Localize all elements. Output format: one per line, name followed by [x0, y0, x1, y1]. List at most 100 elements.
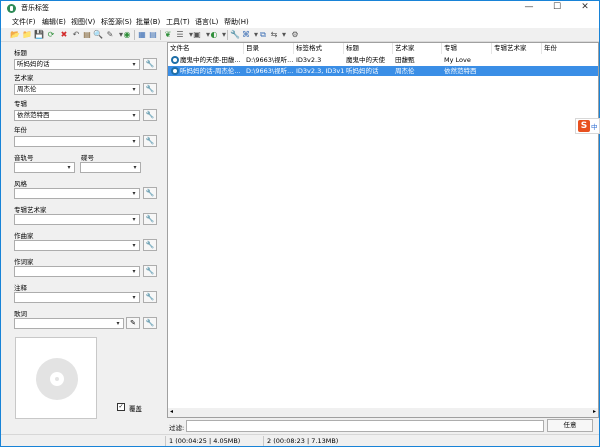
open-file-icon[interactable]: 📁	[22, 30, 32, 40]
menu-batch[interactable]: 批量(B)	[136, 17, 160, 27]
book-icon[interactable]: ▤	[82, 30, 92, 40]
column-directory[interactable]: 目录	[244, 43, 294, 54]
artist-tool-button[interactable]: 🔧	[143, 83, 157, 95]
menu-language[interactable]: 语言(L)	[195, 17, 218, 27]
minimize-button[interactable]: —	[515, 1, 543, 15]
ime-language-indicator[interactable]: 中	[591, 121, 598, 131]
globe-icon[interactable]: ◉	[122, 30, 132, 40]
composer-label: 作曲家	[14, 232, 34, 240]
wrench-icon: 🔧	[145, 60, 155, 68]
grid-icon[interactable]: ▦	[137, 30, 147, 40]
maximize-button[interactable]: ☐	[543, 1, 571, 15]
lyrics-field[interactable]: ▾	[14, 318, 124, 329]
chevron-down-icon[interactable]: ▾	[130, 294, 138, 302]
status-selected: 1 (00:04:25 | 4.05MB)	[165, 436, 263, 446]
source-icon[interactable]: ◐	[209, 30, 219, 40]
menu-file[interactable]: 文件(F)	[12, 17, 36, 27]
delete-icon[interactable]: ✖	[59, 30, 69, 40]
column-album-artist[interactable]: 专辑艺术家	[492, 43, 542, 54]
leaf-icon[interactable]: ❦	[163, 30, 173, 40]
chevron-down-icon[interactable]: ▾	[130, 86, 138, 94]
genre-label: 风格	[14, 180, 27, 188]
wrench-icon[interactable]: 🔧	[230, 30, 240, 40]
column-tag-format[interactable]: 标签格式	[294, 43, 344, 54]
tag-icon[interactable]: ⌘	[241, 30, 251, 40]
comment-tool-button[interactable]: 🔧	[143, 291, 157, 303]
chevron-down-icon[interactable]: ▾	[130, 112, 138, 120]
title-field[interactable]: 听妈妈的话 ▾	[14, 59, 140, 70]
scroll-right-icon[interactable]: ▸	[593, 408, 596, 415]
year-field[interactable]: ▾	[14, 136, 140, 147]
chevron-down-icon[interactable]: ▾	[114, 320, 122, 328]
undo-icon[interactable]: ↶	[71, 30, 81, 40]
close-button[interactable]: ✕	[571, 1, 599, 15]
column-year[interactable]: 年份	[542, 43, 598, 54]
table-row[interactable]: 魔鬼中的天使-田馥... D:\9663\视听... ID3v2.3 魔鬼中的天…	[168, 55, 598, 65]
artist-label: 艺术家	[14, 74, 34, 82]
menu-tag-source[interactable]: 标签源(S)	[101, 17, 132, 27]
genre-tool-button[interactable]: 🔧	[143, 187, 157, 199]
file-list[interactable]: ^ 文件名 目录 标签格式 标题 艺术家 专辑 专辑艺术家 年份 魔鬼中的天使-…	[167, 42, 599, 418]
ime-toolbar[interactable]: S 中	[575, 118, 600, 134]
comment-field[interactable]: ▾	[14, 292, 140, 303]
wrench-icon: 🔧	[145, 267, 155, 275]
table-row-selected[interactable]: 听妈妈的话-周杰伦... D:\9663\视听... ID3v2.3, ID3v…	[168, 66, 598, 76]
image-icon[interactable]: ▣	[192, 30, 202, 40]
cell-album-artist	[492, 66, 542, 76]
lyrics-edit-button[interactable]: ✎	[126, 317, 140, 329]
scroll-left-icon[interactable]: ◂	[170, 408, 173, 415]
list-icon[interactable]: ▤	[148, 30, 158, 40]
horizontal-scrollbar[interactable]: ◂ ▸	[168, 408, 598, 417]
lyricist-field[interactable]: ▾	[14, 266, 140, 277]
open-folder-icon[interactable]: 📂	[10, 30, 20, 40]
column-artist[interactable]: 艺术家	[393, 43, 442, 54]
convert-icon[interactable]: ⇆	[269, 30, 279, 40]
artist-field[interactable]: 周杰伦 ▾	[14, 84, 140, 95]
title-tool-button[interactable]: 🔧	[143, 58, 157, 70]
menu-help[interactable]: 帮助(H)	[224, 17, 249, 27]
playlist-icon[interactable]: ☰	[175, 30, 185, 40]
settings-icon[interactable]: ⚙	[290, 30, 300, 40]
refresh-icon[interactable]: ⟳	[46, 30, 56, 40]
cell-filename: 听妈妈的话-周杰伦...	[180, 67, 241, 75]
menu-edit[interactable]: 编辑(E)	[42, 17, 66, 27]
chevron-down-icon[interactable]: ▾	[130, 61, 138, 69]
track-label: 音轨号	[14, 154, 34, 162]
album-tool-button[interactable]: 🔧	[143, 109, 157, 121]
menu-tools[interactable]: 工具(T)	[166, 17, 190, 27]
filter-input[interactable]	[186, 420, 544, 432]
chevron-down-icon[interactable]: ▾	[130, 216, 138, 224]
copy-icon[interactable]: ⧉	[258, 30, 268, 40]
cover-art[interactable]	[15, 337, 97, 419]
wrench-icon: 🔧	[145, 319, 155, 327]
album-artist-tool-button[interactable]: 🔧	[143, 213, 157, 225]
column-album[interactable]: 专辑	[442, 43, 492, 54]
column-filename[interactable]: 文件名	[168, 43, 244, 54]
disc-field[interactable]: ▾	[80, 162, 141, 173]
album-artist-field[interactable]: ▾	[14, 214, 140, 225]
menu-view[interactable]: 视图(V)	[71, 17, 95, 27]
chevron-down-icon[interactable]: ▾	[130, 268, 138, 276]
chevron-down-icon[interactable]: ▾	[130, 138, 138, 146]
track-field[interactable]: ▾	[14, 162, 75, 173]
chevron-down-icon[interactable]: ▾	[130, 242, 138, 250]
album-field[interactable]: 依然范特西 ▾	[14, 110, 140, 121]
save-icon[interactable]: 💾	[34, 30, 44, 40]
lyrics-tool-button[interactable]: 🔧	[143, 317, 157, 329]
dropdown-arrow-icon[interactable]: ▾	[279, 30, 289, 40]
overwrite-checkbox[interactable]: ✓	[117, 403, 125, 411]
filter-mode-button[interactable]: 任意	[547, 419, 593, 432]
lyricist-tool-button[interactable]: 🔧	[143, 265, 157, 277]
composer-field[interactable]: ▾	[14, 240, 140, 251]
year-tool-button[interactable]: 🔧	[143, 135, 157, 147]
edit-icon[interactable]: ✎	[105, 30, 115, 40]
wrench-icon: 🔧	[145, 215, 155, 223]
chevron-down-icon[interactable]: ▾	[65, 164, 73, 172]
app-window: 音乐标签 — ☐ ✕ 文件(F) 编辑(E) 视图(V) 标签源(S) 批量(B…	[0, 0, 600, 447]
composer-tool-button[interactable]: 🔧	[143, 239, 157, 251]
search-icon[interactable]: 🔍	[93, 30, 103, 40]
genre-field[interactable]: ▾	[14, 188, 140, 199]
chevron-down-icon[interactable]: ▾	[131, 164, 139, 172]
chevron-down-icon[interactable]: ▾	[130, 190, 138, 198]
column-title[interactable]: 标题	[344, 43, 393, 54]
